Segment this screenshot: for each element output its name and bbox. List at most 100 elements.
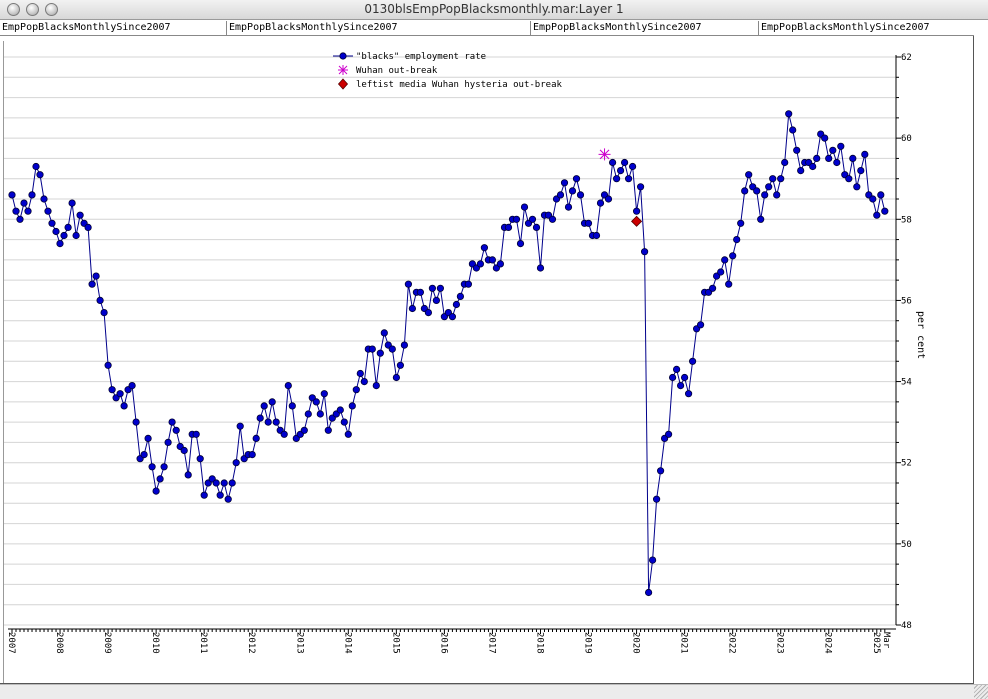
data-point <box>316 410 324 418</box>
data-point <box>656 467 665 475</box>
data-point <box>640 248 649 256</box>
line-chart: 48 50 52 54 56 58 60 62 per cent 2007 2008 2009 2010… <box>4 52 926 654</box>
x-tick-label: 2016 <box>438 632 448 654</box>
x-tick-label: 2012 <box>246 632 256 654</box>
data-point <box>148 463 156 471</box>
x-tick-label: 2022 <box>727 632 737 654</box>
data-point <box>829 146 837 154</box>
data-point <box>272 418 280 426</box>
data-point <box>252 434 260 442</box>
data-point <box>416 288 424 296</box>
data-point <box>753 187 761 195</box>
data-point <box>572 175 581 183</box>
series-employment-rate <box>8 110 889 597</box>
data-point <box>676 381 685 390</box>
data-point <box>68 199 76 207</box>
y-axis-label: per cent <box>915 311 926 359</box>
data-point <box>232 459 240 467</box>
data-point <box>340 418 348 426</box>
legend-circle-marker <box>339 52 347 60</box>
data-point <box>845 175 853 183</box>
data-point <box>304 410 312 418</box>
data-point <box>644 588 653 597</box>
data-point <box>116 390 124 398</box>
data-point <box>248 450 256 459</box>
data-point <box>408 304 416 313</box>
data-point <box>160 463 168 471</box>
data-point <box>532 223 541 231</box>
data-point <box>180 446 188 455</box>
data-point <box>849 154 857 162</box>
horizontal-scrollbar[interactable] <box>0 684 988 699</box>
data-point <box>164 438 172 446</box>
data-point <box>628 162 637 171</box>
data-point <box>24 207 32 215</box>
wuhan-asterisk-marker <box>598 148 611 161</box>
data-point <box>652 495 661 503</box>
data-point <box>688 357 697 365</box>
data-point <box>608 158 617 167</box>
data-point <box>432 296 440 304</box>
data-point <box>516 240 525 248</box>
data-point <box>452 300 460 309</box>
data-point <box>228 479 236 487</box>
x-tick-label: 2024 <box>823 632 833 654</box>
data-point <box>172 426 180 434</box>
axes: 48 50 52 54 56 58 60 62 per cent 2007 2008 2009 2010… <box>6 53 926 654</box>
data-point <box>837 142 845 150</box>
data-point <box>360 377 368 386</box>
data-point <box>152 487 160 495</box>
resize-grip-icon[interactable] <box>974 685 988 699</box>
data-point <box>256 414 264 422</box>
data-point <box>28 191 36 199</box>
data-point <box>284 381 292 390</box>
data-point <box>436 284 444 292</box>
data-point <box>40 195 48 203</box>
data-point <box>288 402 296 410</box>
data-point <box>260 402 268 410</box>
data-point <box>476 260 484 268</box>
data-point <box>488 256 496 264</box>
data-point <box>392 373 400 382</box>
data-point <box>504 223 513 231</box>
annotations <box>598 148 643 227</box>
data-point <box>596 199 605 207</box>
data-point <box>200 491 208 499</box>
data-point <box>76 211 84 219</box>
data-point <box>576 191 585 199</box>
data-point <box>708 284 717 292</box>
data-point <box>781 158 789 167</box>
legend-diamond-marker <box>337 78 349 90</box>
data-point <box>568 187 577 195</box>
y-tick-label: 48 <box>901 621 912 631</box>
data-point <box>280 430 288 438</box>
x-tick-label: 2021 <box>679 632 689 654</box>
legend-label-employment: "blacks" employment rate <box>356 52 486 62</box>
legend-asterisk-marker <box>338 65 348 75</box>
data-point <box>312 398 320 406</box>
data-point <box>456 292 464 300</box>
data-point <box>696 321 705 329</box>
data-point <box>396 361 404 369</box>
data-point <box>757 215 765 223</box>
x-tick-label: 2014 <box>342 632 352 654</box>
data-point <box>120 402 128 410</box>
x-tick-label: 2023 <box>775 632 785 654</box>
data-point <box>789 126 797 134</box>
x-tick-label: 2011 <box>198 632 208 654</box>
data-point <box>680 373 689 382</box>
data-point <box>96 296 104 304</box>
data-point <box>668 373 677 382</box>
data-point <box>236 422 244 430</box>
data-point <box>48 219 56 227</box>
data-point <box>36 171 44 179</box>
data-point <box>528 215 537 223</box>
data-point <box>344 430 352 438</box>
data-point <box>56 240 64 248</box>
x-tick-label: 2015 <box>390 632 400 654</box>
data-point <box>20 199 28 207</box>
data-point <box>424 308 432 317</box>
data-point <box>873 211 881 219</box>
data-point <box>320 390 328 398</box>
data-point <box>300 426 308 434</box>
